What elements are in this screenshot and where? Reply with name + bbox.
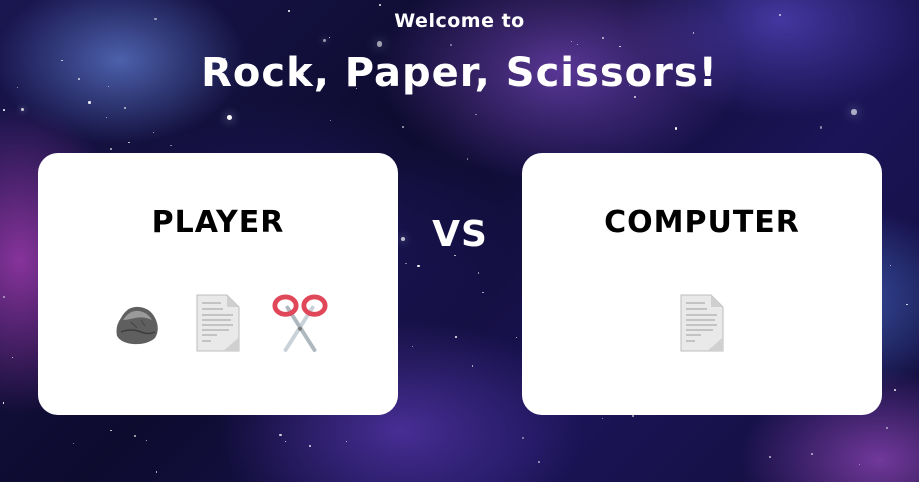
- player-choices: [38, 291, 398, 355]
- star: [153, 131, 155, 133]
- player-card: PLAYER: [38, 153, 398, 415]
- star: [379, 4, 382, 6]
- scissors-icon: [272, 294, 328, 352]
- star: [128, 141, 130, 144]
- star: [515, 337, 517, 339]
- rock-icon: [116, 306, 158, 345]
- star: [471, 364, 474, 367]
- star: [21, 108, 25, 112]
- star: [601, 36, 604, 39]
- star: [155, 471, 158, 473]
- star: [405, 262, 408, 265]
- star: [279, 433, 282, 436]
- star: [345, 440, 347, 443]
- star: [377, 41, 383, 47]
- star: [768, 455, 771, 458]
- computer-choice-display: [674, 291, 730, 355]
- star: [124, 107, 127, 109]
- star: [482, 291, 485, 294]
- welcome-text: Welcome to: [394, 10, 525, 32]
- star: [401, 126, 404, 128]
- star: [820, 126, 823, 129]
- star: [851, 109, 857, 115]
- star: [894, 389, 896, 391]
- star: [619, 45, 621, 48]
- star: [859, 463, 861, 465]
- star: [11, 356, 13, 358]
- computer-card: COMPUTER: [522, 153, 882, 415]
- star: [145, 439, 148, 442]
- star: [322, 39, 326, 43]
- star: [412, 346, 414, 348]
- paper-icon: [196, 294, 240, 352]
- star: [285, 440, 287, 443]
- scissors-choice-button[interactable]: [272, 291, 328, 355]
- star: [72, 442, 75, 445]
- star: [226, 114, 232, 120]
- star: [570, 41, 572, 43]
- star: [449, 44, 452, 47]
- star: [3, 296, 6, 298]
- page-title: Rock, Paper, Scissors!: [201, 50, 718, 96]
- paper-choice-button[interactable]: [190, 291, 246, 355]
- star: [328, 36, 331, 39]
- star: [811, 453, 814, 456]
- star: [309, 444, 312, 447]
- star: [576, 43, 579, 46]
- versus-label: VS: [432, 214, 488, 255]
- star: [890, 265, 892, 267]
- star: [105, 116, 108, 119]
- star: [538, 461, 541, 464]
- star: [475, 114, 477, 116]
- star: [521, 436, 524, 439]
- computer-choice: [522, 291, 882, 355]
- star: [455, 335, 457, 338]
- star: [3, 108, 6, 111]
- star: [601, 417, 604, 420]
- star: [401, 236, 405, 241]
- star: [674, 127, 677, 130]
- star: [170, 145, 172, 147]
- star: [133, 434, 136, 437]
- star: [88, 101, 91, 104]
- star: [477, 272, 479, 274]
- player-label: PLAYER: [151, 205, 285, 240]
- star: [634, 96, 637, 99]
- rock-choice-button[interactable]: [108, 291, 164, 355]
- star: [466, 158, 469, 160]
- star: [885, 427, 888, 430]
- star: [905, 303, 908, 306]
- computer-label: COMPUTER: [604, 205, 800, 240]
- paper-icon: [680, 294, 724, 352]
- star: [110, 429, 112, 432]
- star: [692, 31, 695, 34]
- star: [329, 119, 331, 122]
- star: [226, 116, 229, 118]
- star: [109, 148, 112, 151]
- star: [417, 264, 420, 267]
- star: [2, 402, 4, 404]
